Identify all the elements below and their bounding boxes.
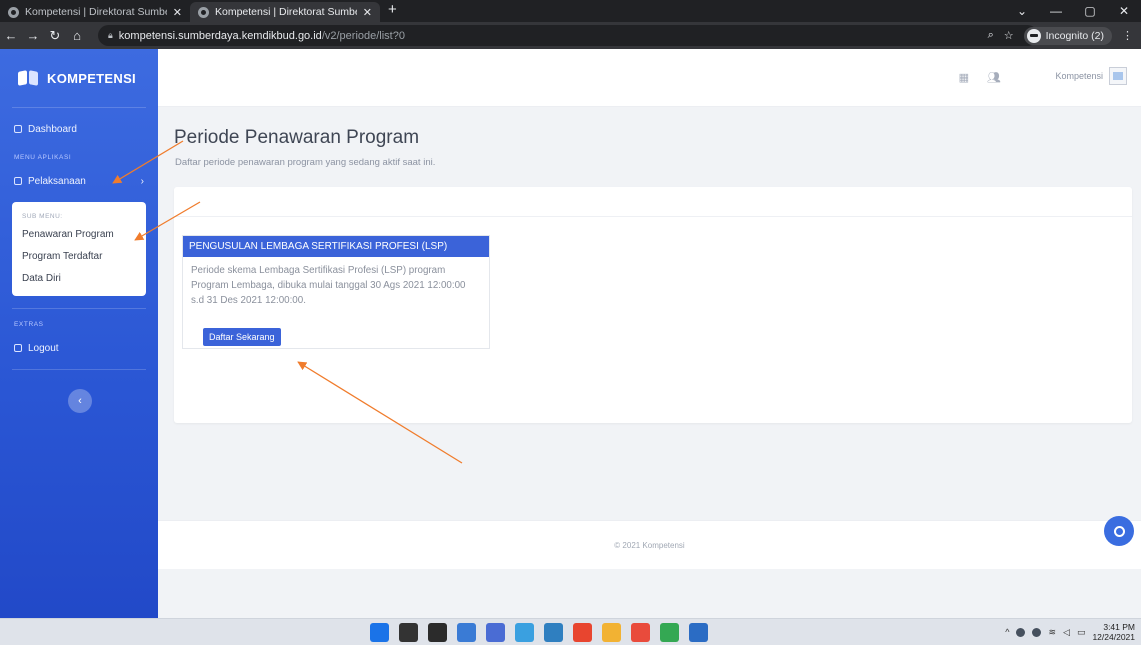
taskbar-app-icon[interactable] [544,623,563,642]
page-title: Periode Penawaran Program [174,127,420,148]
chat-bubble-button[interactable] [1104,516,1134,546]
dashboard-icon [14,125,22,133]
site-favicon-icon [198,6,209,18]
back-icon[interactable]: ← [0,28,22,43]
close-tab-icon[interactable]: ✕ [363,6,372,19]
sidebar-item-label: Dashboard [28,123,77,135]
battery-icon[interactable]: ▭ [1077,627,1086,638]
wifi-icon[interactable]: ≋ [1048,627,1056,638]
taskbar-app-icon[interactable] [515,623,534,642]
browser-toolbar: ← → ↻ ⌂ 🔒︎ kompetensi.sumberdaya.kemdikb… [0,22,1141,49]
taskbar-app-icon[interactable] [399,623,418,642]
submenu-item-penawaran-program[interactable]: Penawaran Program [12,224,146,246]
divider [12,107,146,108]
browser-tab-1[interactable]: Kompetensi | Direktorat Sumber ✕ [0,2,190,22]
sidebar-item-pelaksanaan[interactable]: Pelaksanaan › [0,166,158,196]
bookmark-star-icon[interactable]: ☆ [1004,29,1014,42]
submenu: SUB MENU: Penawaran Program Program Terd… [12,202,146,296]
tray-chevron-icon[interactable]: ^ [1005,627,1009,637]
reload-icon[interactable]: ↻ [44,28,66,44]
tray-app-icon[interactable] [1032,627,1042,637]
os-taskbar: ^ ≋ ◁ ▭ 3:41 PM 12/24/2021 [0,618,1141,645]
sidebar-heading-extras: EXTRAS [14,321,44,328]
volume-icon[interactable]: ◁ [1063,627,1070,638]
sidebar-heading-menu: MENU APLIKASI [14,154,72,161]
taskbar-app-icon[interactable] [573,623,592,642]
lock-icon[interactable]: 🔒︎ [108,30,113,41]
submenu-heading: SUB MENU: [22,213,63,220]
tab-title: Kompetensi | Direktorat Sumber [215,6,357,18]
taskbar-app-icon[interactable] [428,623,447,642]
divider [12,369,146,370]
url-path: /v2/periode/list?0 [321,29,405,42]
tab-search-icon[interactable]: ⌄ [1005,4,1039,18]
users-icon[interactable]: 👥︎ [987,71,1001,84]
new-tab-button[interactable]: + [380,0,405,22]
incognito-icon [1026,28,1041,43]
page-subtitle: Daftar periode penawaran program yang se… [175,157,436,168]
taskbar-app-icon[interactable] [631,623,650,642]
system-tray: ^ ≋ ◁ ▭ 3:41 PM 12/24/2021 [1005,622,1135,642]
zoom-icon[interactable]: ⌕ [988,29,994,42]
program-heading: PENGUSULAN LEMBAGA SERTIFIKASI PROFESI (… [183,236,489,257]
topbar: ▦ 👥︎ Kompetensi [158,49,1141,107]
taskbar-app-icon[interactable] [457,623,476,642]
incognito-badge[interactable]: Incognito (2) [1023,26,1112,45]
minimize-icon[interactable]: — [1039,4,1073,18]
browser-tab-strip: Kompetensi | Direktorat Sumber ✕ Kompete… [0,0,1141,22]
maximize-icon[interactable]: ▢ [1073,4,1107,18]
taskbar-apps [370,623,708,642]
brand-name: KOMPETENSI [47,70,136,86]
taskbar-app-icon[interactable] [602,623,621,642]
toolbar-right: ⌕ ☆ Incognito (2) ⋮ [988,25,1133,46]
tray-app-icon[interactable] [1016,627,1026,637]
clock[interactable]: 3:41 PM 12/24/2021 [1092,622,1135,642]
taskbar-app-icon[interactable] [660,623,679,642]
card-header [174,187,1132,217]
user-menu[interactable]: Kompetensi [1055,67,1127,85]
clock-date: 12/24/2021 [1092,632,1135,642]
footer: © 2021 Kompetensi [158,520,1141,569]
sidebar: KOMPETENSI Dashboard MENU APLIKASI Pelak… [0,49,158,618]
window-controls: ⌄ — ▢ ✕ [1005,0,1141,22]
taskbar-app-icon[interactable] [689,623,708,642]
sidebar-item-dashboard[interactable]: Dashboard [0,114,158,144]
close-window-icon[interactable]: ✕ [1107,4,1141,18]
sidebar-collapse-button[interactable]: ‹ [68,389,92,413]
browser-tab-2[interactable]: Kompetensi | Direktorat Sumber ✕ [190,2,380,22]
chevron-right-icon: › [140,175,144,187]
user-name: Kompetensi [1055,71,1103,81]
submenu-item-program-terdaftar[interactable]: Program Terdaftar [12,246,146,268]
grid-icon[interactable]: ▦ [959,71,969,84]
incognito-label: Incognito (2) [1045,29,1104,42]
topbar-icons: ▦ 👥︎ [959,71,1001,84]
brand-logo-icon [18,68,38,88]
logout-icon [14,344,22,352]
sidebar-item-logout[interactable]: Logout [0,333,158,363]
url-host: kompetensi.sumberdaya.kemdikbud.go.id [118,29,322,42]
program-description: Periode skema Lembaga Sertifikasi Profes… [191,265,466,306]
sidebar-item-label: Logout [28,342,59,354]
tab-title: Kompetensi | Direktorat Sumber [25,6,167,18]
home-icon[interactable]: ⌂ [66,28,88,43]
brand[interactable]: KOMPETENSI [0,49,158,107]
taskbar-app-icon[interactable] [486,623,505,642]
sidebar-item-label: Pelaksanaan [28,175,86,187]
menu-kebab-icon[interactable]: ⋮ [1122,29,1133,42]
program-card: PENGUSULAN LEMBAGA SERTIFIKASI PROFESI (… [182,235,490,349]
content-card: PENGUSULAN LEMBAGA SERTIFIKASI PROFESI (… [174,187,1132,423]
list-icon [14,177,22,185]
address-bar[interactable]: 🔒︎ kompetensi.sumberdaya.kemdikbud.go.id… [98,25,1038,46]
avatar [1109,67,1127,85]
site-favicon-icon [8,6,19,18]
submenu-item-data-diri[interactable]: Data Diri [12,268,146,290]
daftar-sekarang-button[interactable]: Daftar Sekarang [203,328,281,346]
taskbar-app-icon[interactable] [370,623,389,642]
footer-copyright: © 2021 Kompetensi [614,541,685,550]
divider [12,308,146,309]
forward-icon[interactable]: → [22,28,44,43]
clock-time: 3:41 PM [1103,622,1135,632]
close-tab-icon[interactable]: ✕ [173,6,182,19]
